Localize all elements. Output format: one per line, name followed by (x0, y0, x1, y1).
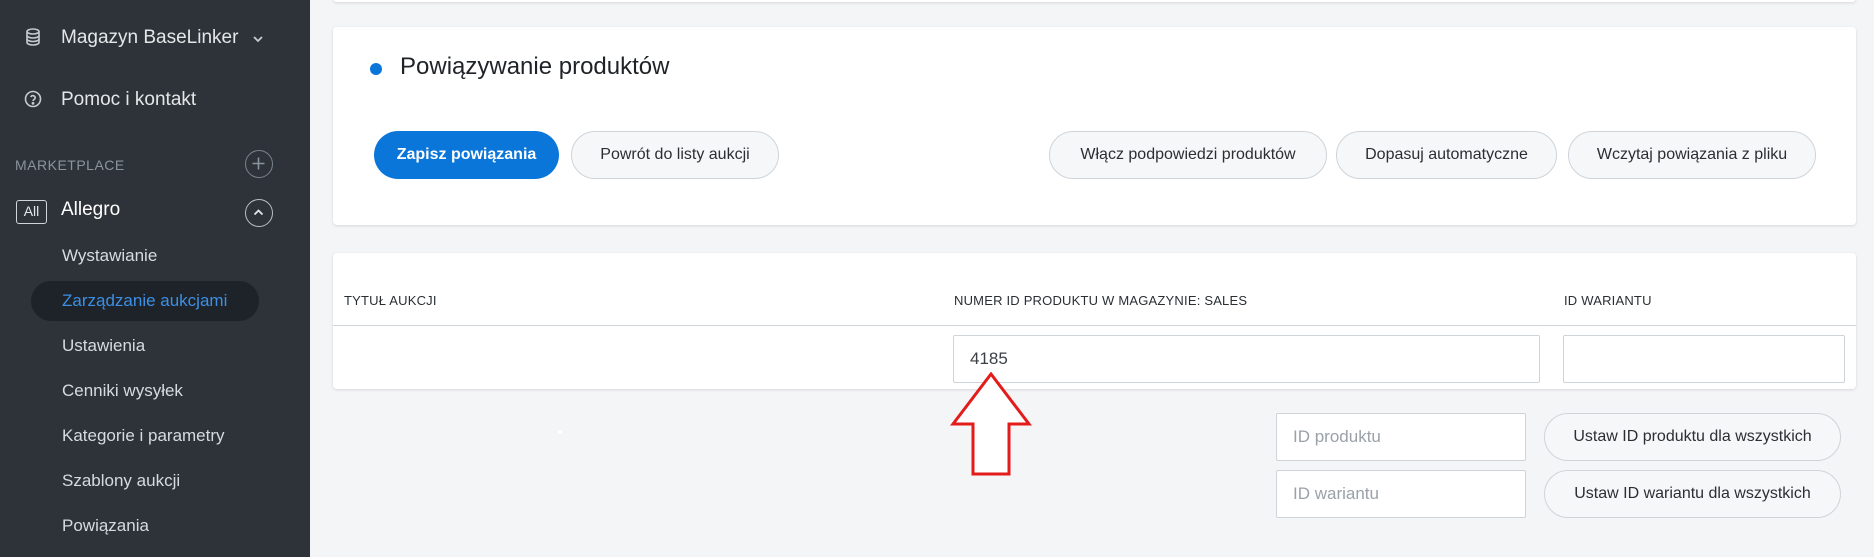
sidebar-item-kategorie[interactable]: Kategorie i parametry (62, 426, 225, 446)
back-to-list-button[interactable]: Powrót do listy aukcji (571, 131, 779, 179)
chevron-down-icon (253, 36, 263, 43)
auto-match-button[interactable]: Dopasuj automatyczne (1336, 131, 1557, 179)
bulk-product-id-input[interactable]: ID produktu (1276, 413, 1526, 461)
chevron-up-icon (253, 209, 264, 216)
product-id-input[interactable]: 4185 (953, 335, 1540, 383)
sidebar-item-warehouse[interactable]: Magazyn BaseLinker (0, 18, 310, 58)
column-header-product-id: NUMER ID PRODUKTU W MAGAZYNIE: SALES (954, 293, 1248, 308)
collapse-allegro-button[interactable] (245, 199, 273, 227)
sidebar-item-wystawianie[interactable]: Wystawianie (62, 246, 157, 266)
previous-panel (333, 0, 1856, 2)
sidebar-section-title: MARKETPLACE (15, 157, 125, 173)
plus-icon (252, 157, 265, 170)
decorative-dot (558, 430, 562, 434)
sidebar-item-help[interactable]: Pomoc i kontakt (0, 79, 310, 119)
variant-id-input[interactable] (1563, 335, 1845, 383)
save-mappings-button[interactable]: Zapisz powiązania (374, 131, 559, 179)
sidebar-item-cenniki-wysylek[interactable]: Cenniki wysyłek (62, 381, 183, 401)
set-variant-id-all-button[interactable]: Ustaw ID wariantu dla wszystkich (1544, 470, 1841, 518)
sidebar-item-powiazania[interactable]: Powiązania (62, 516, 149, 536)
sidebar-item-label: Magazyn BaseLinker (61, 27, 239, 48)
sidebar-item-szablony[interactable]: Szablony aukcji (62, 471, 180, 491)
page-title: Powiązywanie produktów (400, 53, 670, 80)
bulk-variant-id-input[interactable]: ID wariantu (1276, 470, 1526, 518)
sidebar-item-ustawienia[interactable]: Ustawienia (62, 336, 145, 356)
load-from-file-button[interactable]: Wczytaj powiązania z pliku (1568, 131, 1816, 179)
set-product-id-all-button[interactable]: Ustaw ID produktu dla wszystkich (1544, 413, 1841, 461)
enable-hints-button[interactable]: Włącz podpowiedzi produktów (1049, 131, 1327, 179)
sidebar: Magazyn BaseLinker Pomoc i kontakt MARKE… (0, 0, 310, 557)
help-circle-icon (24, 90, 42, 108)
all-badge: All (16, 200, 47, 224)
sidebar-item-zarzadzanie-aukcjami[interactable]: Zarządzanie aukcjami (62, 291, 227, 311)
sidebar-item-label: Allegro (61, 199, 121, 220)
database-icon (26, 28, 40, 46)
sidebar-item-label: Pomoc i kontakt (61, 89, 197, 110)
column-header-title: TYTUŁ AUKCJI (344, 293, 437, 308)
annotation-arrow-icon (950, 372, 1032, 476)
add-marketplace-button[interactable] (245, 150, 273, 178)
title-dot-icon (370, 63, 382, 75)
column-header-variant-id: ID WARIANTU (1564, 293, 1652, 308)
table-header-divider (333, 325, 1856, 326)
